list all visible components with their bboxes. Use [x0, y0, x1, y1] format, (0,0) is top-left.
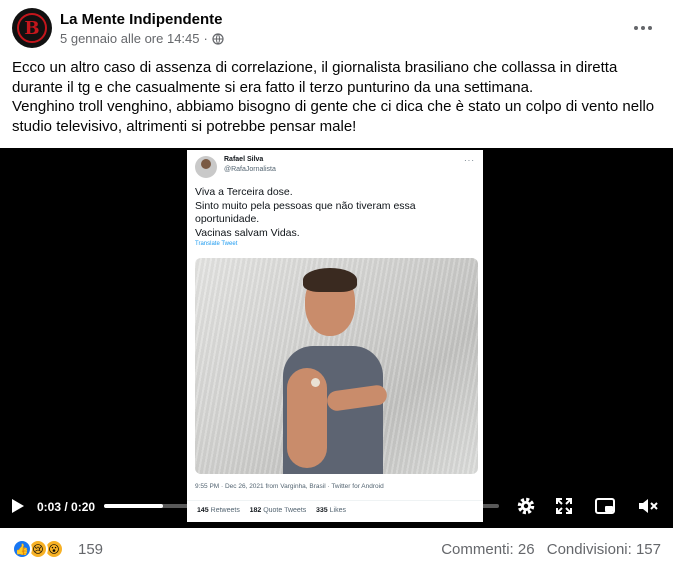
tweet-card: Rafael Silva @RafaJornalista ··· Viva a …: [187, 150, 483, 522]
meta-separator: ·: [203, 31, 208, 46]
post-text-line: Ecco un altro caso di assenza di correla…: [12, 59, 618, 76]
post-text-line: durante il tg e che casualmente si era f…: [12, 78, 534, 96]
post-text: Ecco un altro caso di assenza di correla…: [12, 58, 661, 136]
video-time: 0:03 / 0:20: [37, 500, 96, 514]
gear-icon[interactable]: [515, 495, 537, 517]
tweet-author-name: Rafael Silva: [224, 156, 264, 163]
tweet-text-line: Viva a Terceira dose.: [195, 186, 293, 198]
tweet-text-line: oportunidade.: [195, 213, 260, 225]
play-icon[interactable]: [11, 498, 25, 514]
photo-person-arm: [287, 368, 327, 468]
page-name[interactable]: La Mente Indipendente: [60, 11, 223, 28]
more-dot-icon: [641, 26, 645, 30]
photo-bandage: [311, 378, 320, 387]
post-timestamp[interactable]: 5 gennaio alle ore 14:45: [60, 31, 200, 46]
more-options-button[interactable]: [629, 14, 657, 42]
reaction-count[interactable]: 159: [78, 541, 103, 558]
tweet-photo: [195, 258, 478, 474]
picture-in-picture-icon[interactable]: [594, 495, 616, 517]
fullscreen-icon[interactable]: [553, 495, 575, 517]
video-progress-fill: [104, 504, 164, 508]
tweet-avatar: [195, 156, 217, 178]
engagement-stats: Commenti: 26 Condivisioni: 157: [433, 541, 661, 558]
reaction-icons[interactable]: 👍 😢 😮: [12, 539, 64, 561]
page-avatar[interactable]: B: [12, 8, 52, 48]
post-text-line: studio televisivo, altrimenti si potrebb…: [12, 117, 357, 135]
tweet-text: Viva a Terceira dose. Sinto muito pela p…: [195, 186, 475, 240]
globe-icon: [212, 32, 224, 45]
post-text-line: Venghino troll venghino, abbiamo bisogno…: [12, 98, 655, 115]
post-header: B La Mente Indipendente 5 gennaio alle o…: [12, 8, 661, 50]
post-meta: 5 gennaio alle ore 14:45 ·: [60, 31, 224, 46]
volume-muted-icon[interactable]: [637, 495, 659, 517]
video-progress-bar[interactable]: [104, 504, 499, 508]
video-controls: 0:03 / 0:20: [0, 488, 673, 528]
reactions-bar: 👍 😢 😮 159 Commenti: 26 Condivisioni: 157: [12, 538, 661, 562]
tweet-more-icon: ···: [464, 156, 475, 165]
more-dot-icon: [634, 26, 638, 30]
tweet-translate-link: Translate Tweet: [195, 241, 238, 247]
video-player[interactable]: Rafael Silva @RafaJornalista ··· Viva a …: [0, 148, 673, 528]
more-dot-icon: [648, 26, 652, 30]
tweet-text-line: Sinto muito pela pessoas que não tiveram…: [195, 199, 416, 212]
tweet-author-handle: @RafaJornalista: [224, 166, 276, 173]
like-reaction-icon: 👍: [12, 539, 32, 559]
photo-person-hair: [303, 268, 357, 292]
comments-count[interactable]: Commenti: 26: [441, 541, 534, 558]
shares-count[interactable]: Condivisioni: 157: [547, 541, 661, 558]
logo-icon: B: [17, 13, 47, 43]
tweet-text-line: Vacinas salvam Vidas.: [195, 226, 300, 239]
